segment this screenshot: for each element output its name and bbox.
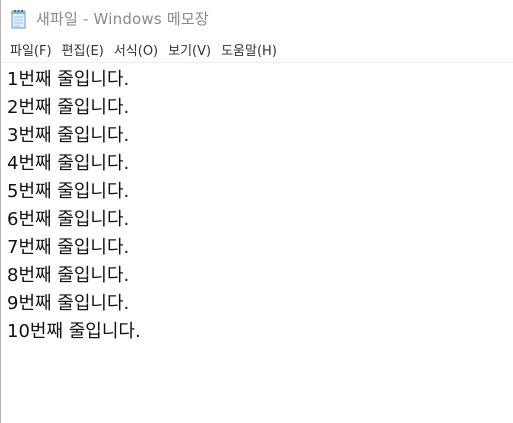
title-bar[interactable]: 새파일 - Windows 메모장 (1, 0, 513, 37)
menu-view[interactable]: 보기(V) (163, 37, 216, 62)
text-line: 6번째 줄입니다. (7, 209, 130, 230)
menu-edit[interactable]: 편집(E) (57, 37, 109, 62)
text-line: 10번째 줄입니다. (7, 321, 141, 342)
notepad-window: 새파일 - Windows 메모장 파일(F) 편집(E) 서식(O) 보기(V… (0, 0, 513, 423)
text-line: 2번째 줄입니다. (7, 97, 130, 118)
menu-format[interactable]: 서식(O) (109, 37, 163, 62)
text-line: 4번째 줄입니다. (7, 153, 130, 174)
menu-help[interactable]: 도움말(H) (216, 37, 282, 62)
text-editor[interactable]: 1번째 줄입니다. 2번째 줄입니다. 3번째 줄입니다. 4번째 줄입니다. … (1, 64, 513, 423)
window-title: 새파일 - Windows 메모장 (36, 10, 209, 28)
text-line: 3번째 줄입니다. (7, 125, 130, 146)
menu-bar: 파일(F) 편집(E) 서식(O) 보기(V) 도움말(H) (1, 37, 513, 63)
text-line: 5번째 줄입니다. (7, 181, 130, 202)
menu-file[interactable]: 파일(F) (5, 37, 57, 62)
text-line: 7번째 줄입니다. (7, 237, 130, 258)
text-line: 1번째 줄입니다. (7, 69, 130, 90)
text-line: 9번째 줄입니다. (7, 293, 130, 314)
text-line: 8번째 줄입니다. (7, 265, 130, 286)
notepad-icon (10, 9, 28, 29)
